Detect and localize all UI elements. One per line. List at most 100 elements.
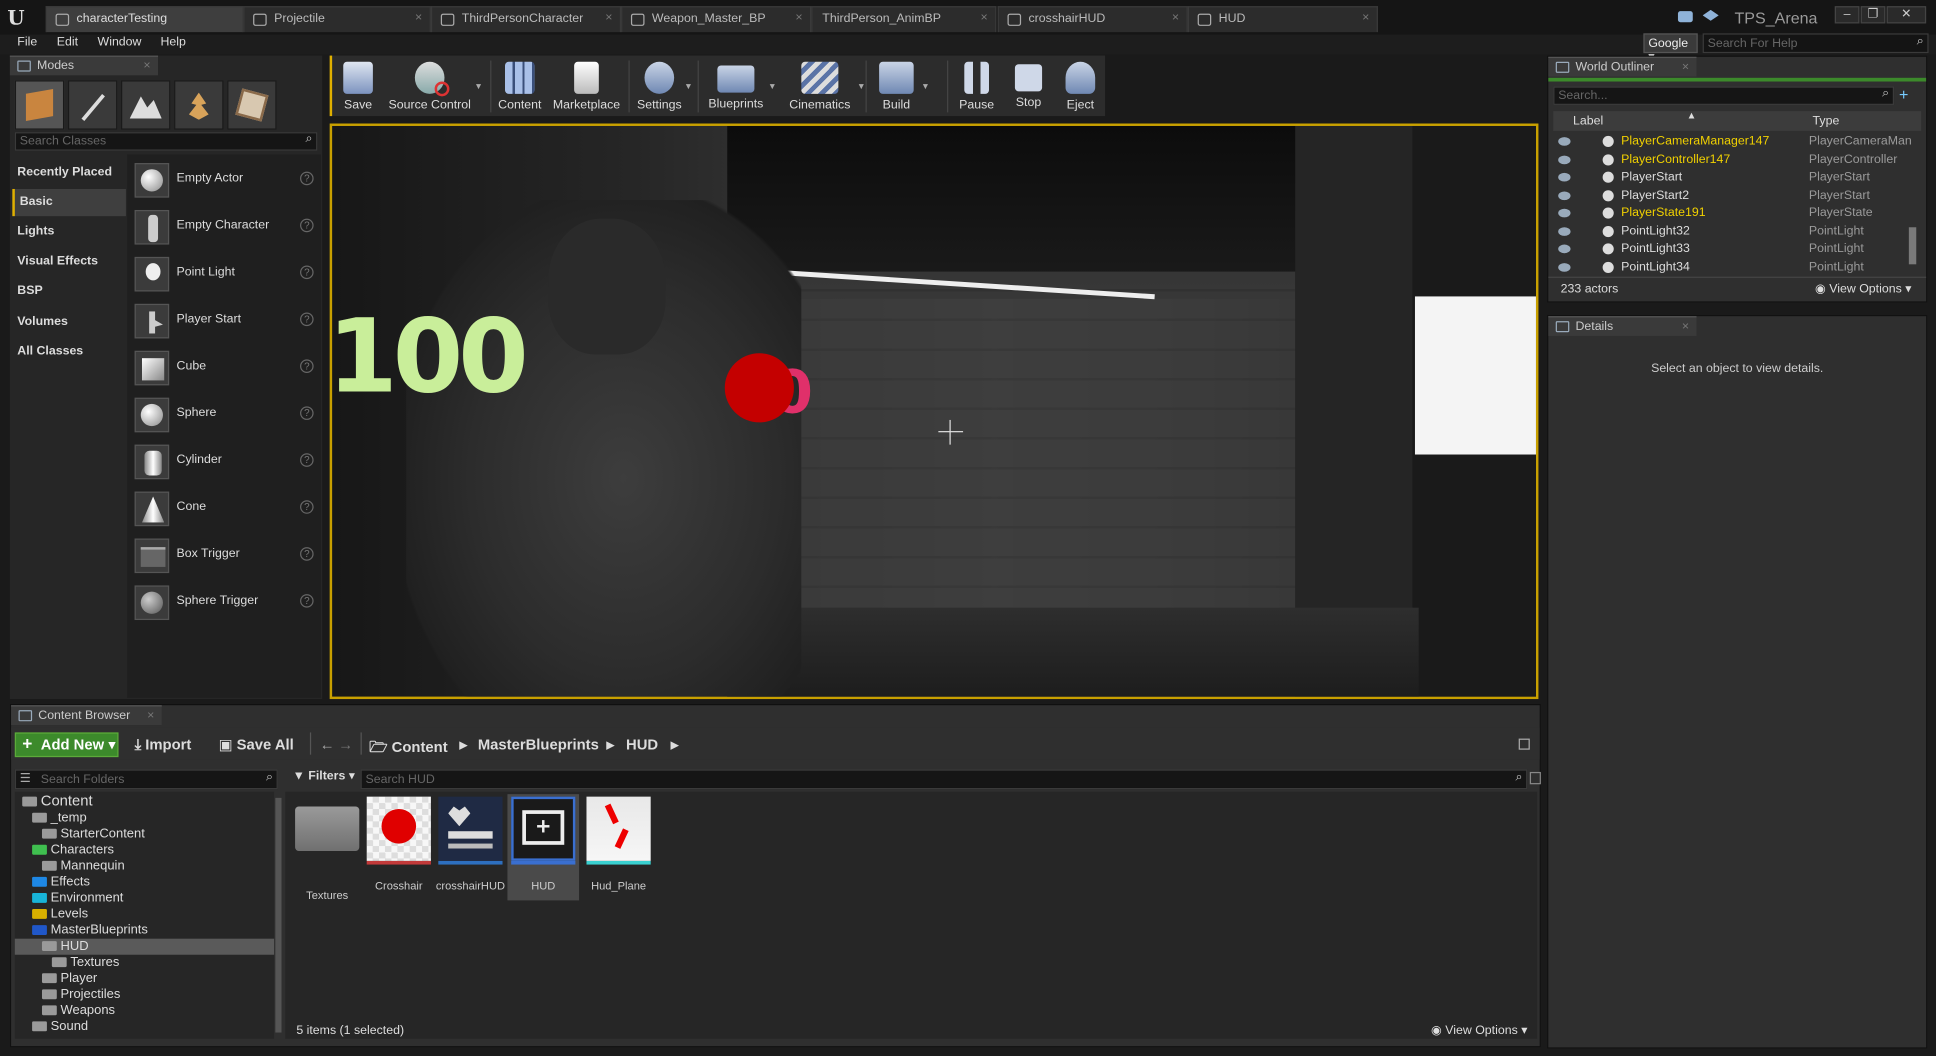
place-cube[interactable]: Cube? xyxy=(127,346,321,390)
asset-search-input[interactable]: Search HUD ⌕ xyxy=(360,769,1528,790)
folder-tree-item[interactable]: Sound xyxy=(15,1019,274,1035)
folder-tree-item[interactable]: Mannequin xyxy=(15,858,274,874)
chevron-down-icon[interactable]: ▼ xyxy=(474,83,483,92)
category-basic[interactable]: Basic xyxy=(12,188,126,217)
visibility-eye-icon[interactable] xyxy=(1558,244,1571,254)
close-icon[interactable]: × xyxy=(795,11,802,25)
pause-button[interactable]: Pause xyxy=(954,56,998,117)
asset-hud[interactable]: HUD xyxy=(507,794,580,901)
tab-crosshairhud[interactable]: crosshairHUD × xyxy=(997,6,1188,33)
sources-toggle-icon[interactable]: ☰ xyxy=(20,772,31,786)
outliner-row[interactable]: PlayerState191 PlayerState xyxy=(1553,205,1911,223)
eject-button[interactable]: Eject xyxy=(1058,56,1102,117)
visibility-eye-icon[interactable] xyxy=(1558,190,1571,200)
lock-icon[interactable] xyxy=(1518,738,1530,750)
back-button[interactable]: ← xyxy=(320,736,335,753)
breadcrumb-hud[interactable]: HUD xyxy=(626,736,658,753)
modes-tab[interactable]: Modes × xyxy=(9,55,159,76)
outliner-scrollbar[interactable] xyxy=(1908,227,1917,265)
category-bsp[interactable]: BSP xyxy=(12,278,126,305)
tab-weapon-master-bp[interactable]: Weapon_Master_BP × xyxy=(621,6,812,33)
help-icon[interactable]: ? xyxy=(300,547,314,561)
foliage-mode-icon[interactable] xyxy=(174,80,224,130)
breadcrumb-content[interactable]: 🗁 Content xyxy=(369,736,447,762)
close-icon[interactable]: × xyxy=(1682,61,1689,75)
save-button[interactable]: Save xyxy=(335,56,382,117)
asset-hud-plane[interactable]: Hud_Plane xyxy=(584,794,653,900)
folder-tree-item[interactable]: MasterBlueprints xyxy=(15,923,274,939)
minimize-button[interactable]: – xyxy=(1834,6,1860,24)
breadcrumb-separator-icon[interactable]: ▶ xyxy=(459,739,468,753)
visibility-eye-icon[interactable] xyxy=(1558,226,1571,236)
outliner-row[interactable]: PlayerStart2 PlayerStart xyxy=(1553,187,1911,205)
world-outliner-tab[interactable]: World Outliner × xyxy=(1548,56,1697,77)
close-icon[interactable]: × xyxy=(1172,11,1179,25)
marketplace-button[interactable]: Marketplace xyxy=(549,56,623,117)
close-icon[interactable]: × xyxy=(605,11,612,25)
content-view-options[interactable]: ◉ View Options ▾ xyxy=(1431,1024,1527,1038)
level-viewport[interactable]: 100 0 xyxy=(329,123,1539,700)
visibility-eye-icon[interactable] xyxy=(1558,262,1571,272)
help-icon[interactable]: ? xyxy=(300,171,314,186)
content-button[interactable]: Content xyxy=(495,56,544,117)
help-icon[interactable]: ? xyxy=(300,594,314,608)
search-classes-input[interactable]: Search Classes ⌕ xyxy=(14,132,318,151)
breadcrumb-masterblueprints[interactable]: MasterBlueprints xyxy=(478,736,599,753)
outliner-view-options[interactable]: ◉ View Options ▾ xyxy=(1815,283,1911,297)
category-recently-placed[interactable]: Recently Placed xyxy=(12,159,126,186)
build-button[interactable]: Build ▼ xyxy=(873,56,930,117)
maximize-button[interactable]: ❐ xyxy=(1860,6,1886,24)
folder-tree-item[interactable]: Effects xyxy=(15,874,274,890)
help-icon[interactable]: ? xyxy=(300,453,314,467)
outliner-search-input[interactable]: Search... ⌕ xyxy=(1553,86,1895,105)
place-player-start[interactable]: Player Start? xyxy=(127,299,321,343)
help-search-input[interactable]: Search For Help ⌕ xyxy=(1702,33,1929,54)
tab-hud[interactable]: HUD × xyxy=(1187,6,1378,33)
place-cone[interactable]: Cone? xyxy=(127,487,321,531)
tab-thirdpersoncharacter[interactable]: ThirdPersonCharacter × xyxy=(430,6,622,33)
folder-tree-item[interactable]: _temp xyxy=(15,810,274,826)
learn-icon[interactable] xyxy=(1702,9,1719,21)
folder-tree-scrollbar[interactable] xyxy=(275,797,282,1033)
save-search-icon[interactable] xyxy=(1529,771,1541,785)
close-icon[interactable]: × xyxy=(1682,320,1689,334)
feedback-icon[interactable] xyxy=(1677,11,1693,23)
cinematics-button[interactable]: Cinematics ▼ xyxy=(784,56,866,117)
tab-thirdperson-animbp[interactable]: ThirdPerson_AnimBP × xyxy=(811,6,997,33)
add-new-button[interactable]: + Add New ▾ xyxy=(14,732,119,758)
place-empty-actor[interactable]: Empty Actor? xyxy=(127,158,321,202)
help-icon[interactable]: ? xyxy=(300,359,314,374)
outliner-row[interactable]: PlayerController147 PlayerController xyxy=(1553,151,1911,169)
filters-button[interactable]: ▼ Filters ▾ xyxy=(293,769,357,789)
close-icon[interactable]: × xyxy=(143,59,150,73)
tab-projectile[interactable]: Projectile × xyxy=(243,6,431,33)
breadcrumb-separator-icon[interactable]: ▶ xyxy=(606,739,615,753)
place-sphere[interactable]: Sphere? xyxy=(127,393,321,437)
chevron-down-icon[interactable]: ▼ xyxy=(684,83,693,92)
place-cylinder[interactable]: Cylinder? xyxy=(127,440,321,484)
folder-tree-item[interactable]: HUD xyxy=(14,938,275,955)
paint-mode-icon[interactable] xyxy=(67,80,118,130)
visibility-eye-icon[interactable] xyxy=(1558,208,1571,218)
breadcrumb-separator-icon[interactable]: ▶ xyxy=(670,739,679,753)
outliner-row[interactable]: PointLight33 PointLight xyxy=(1553,241,1911,259)
landscape-mode-icon[interactable] xyxy=(121,80,171,130)
help-icon[interactable]: ? xyxy=(300,265,314,280)
menu-help[interactable]: Help xyxy=(161,36,186,50)
menu-file[interactable]: File xyxy=(17,36,37,50)
help-icon[interactable]: ? xyxy=(300,406,314,420)
asset-crosshair[interactable]: Crosshair xyxy=(364,794,433,900)
folder-tree-item[interactable]: Content xyxy=(15,792,274,811)
folder-tree-item[interactable]: Levels xyxy=(15,907,274,923)
close-window-button[interactable]: ✕ xyxy=(1886,6,1927,24)
search-provider-dropdown[interactable]: Google ▾ xyxy=(1643,33,1698,64)
place-sphere-trigger[interactable]: Sphere Trigger? xyxy=(127,580,321,624)
outliner-row[interactable]: PointLight34 PointLight xyxy=(1553,259,1911,277)
help-icon[interactable]: ? xyxy=(300,312,314,327)
column-label[interactable]: Label xyxy=(1573,115,1603,129)
save-all-button[interactable]: ▣ Save All xyxy=(219,736,294,753)
visibility-eye-icon[interactable] xyxy=(1558,137,1571,146)
tab-charactertesting[interactable]: characterTesting xyxy=(45,6,244,33)
chevron-down-icon[interactable]: ▼ xyxy=(768,83,777,92)
category-volumes[interactable]: Volumes xyxy=(12,309,126,336)
